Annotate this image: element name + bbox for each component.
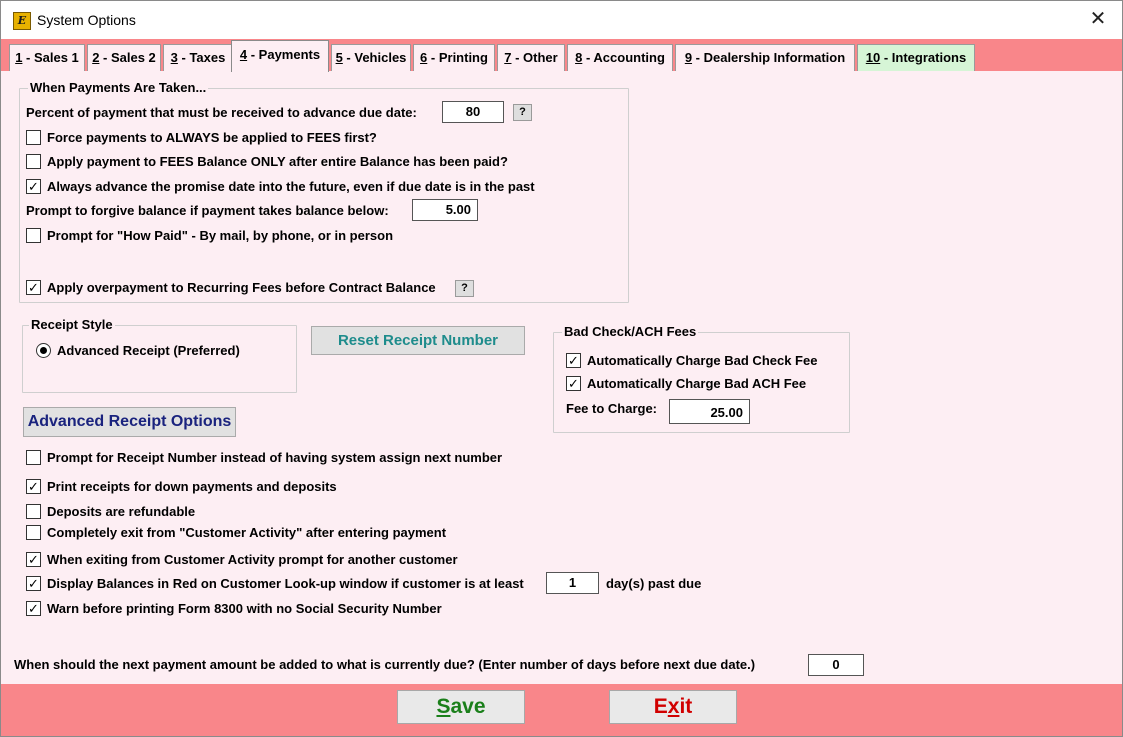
how-paid-row[interactable]: Prompt for "How Paid" - By mail, by phon…	[26, 228, 393, 243]
how-paid-checkbox[interactable]	[26, 228, 41, 243]
prompt-receipt-row[interactable]: Prompt for Receipt Number instead of hav…	[26, 450, 502, 465]
save-button[interactable]: Save	[397, 690, 525, 724]
tab-vehicles[interactable]: 5 - Vehicles	[331, 44, 411, 71]
tab-sales-1[interactable]: 1 - Sales 1	[9, 44, 85, 71]
forgive-label: Prompt to forgive balance if payment tak…	[26, 203, 389, 218]
exit-activity-checkbox[interactable]	[26, 525, 41, 540]
display-red-label: Display Balances in Red on Customer Look…	[47, 576, 524, 591]
next-payment-label: When should the next payment amount be a…	[14, 657, 756, 672]
bad-check-fee-checkbox[interactable]	[566, 353, 581, 368]
prompt-receipt-checkbox[interactable]	[26, 450, 41, 465]
print-receipts-label: Print receipts for down payments and dep…	[47, 479, 337, 494]
tab-payments[interactable]: 4 - Payments	[231, 40, 329, 72]
exit-activity-label: Completely exit from "Customer Activity"…	[47, 525, 447, 540]
title-bar: E System Options ✕	[1, 1, 1122, 39]
advanced-receipt-radio[interactable]	[36, 343, 51, 358]
receipt-style-title: Receipt Style	[29, 317, 115, 332]
print-receipts-row[interactable]: Print receipts for down payments and dep…	[26, 479, 337, 494]
forgive-input[interactable]: 5.00	[412, 199, 478, 221]
deposits-refundable-checkbox[interactable]	[26, 504, 41, 519]
warn-8300-checkbox[interactable]	[26, 601, 41, 616]
close-icon[interactable]: ✕	[1088, 9, 1108, 29]
tab-dealership-information[interactable]: 9 - Dealership Information	[675, 44, 855, 71]
percent-input[interactable]: 80	[442, 101, 504, 123]
exit-activity-row[interactable]: Completely exit from "Customer Activity"…	[26, 525, 446, 540]
prompt-receipt-label: Prompt for Receipt Number instead of hav…	[47, 450, 503, 465]
force-fees-checkbox[interactable]	[26, 130, 41, 145]
tab-strip: 1 - Sales 1 2 - Sales 2 3 - Taxes 4 - Pa…	[1, 39, 1122, 72]
bad-ach-fee-label: Automatically Charge Bad ACH Fee	[587, 376, 807, 391]
fees-after-checkbox[interactable]	[26, 154, 41, 169]
next-payment-input[interactable]: 0	[808, 654, 864, 676]
overpayment-help-button[interactable]: ?	[455, 280, 474, 297]
fee-to-charge-label: Fee to Charge:	[566, 401, 658, 416]
app-icon: E	[13, 12, 31, 30]
advance-promise-row[interactable]: Always advance the promise date into the…	[26, 179, 535, 194]
bad-check-title: Bad Check/ACH Fees	[562, 324, 699, 339]
advanced-receipt-options-button[interactable]: Advanced Receipt Options	[23, 407, 236, 437]
percent-help-button[interactable]: ?	[513, 104, 532, 121]
overpayment-label: Apply overpayment to Recurring Fees befo…	[47, 280, 436, 295]
percent-label: Percent of payment that must be received…	[26, 105, 417, 120]
payments-group-title: When Payments Are Taken...	[28, 80, 209, 95]
tab-sales-2[interactable]: 2 - Sales 2	[87, 44, 161, 71]
print-receipts-checkbox[interactable]	[26, 479, 41, 494]
advance-promise-checkbox[interactable]	[26, 179, 41, 194]
tab-taxes[interactable]: 3 - Taxes	[163, 44, 233, 71]
force-fees-label: Force payments to ALWAYS be applied to F…	[47, 130, 377, 145]
tab-accounting[interactable]: 8 - Accounting	[567, 44, 673, 71]
payments-group: When Payments Are Taken...	[19, 80, 629, 303]
reset-receipt-number-button[interactable]: Reset Receipt Number	[311, 326, 525, 355]
display-red-row[interactable]: Display Balances in Red on Customer Look…	[26, 576, 524, 591]
overpayment-checkbox[interactable]	[26, 280, 41, 295]
window-title: System Options	[37, 12, 136, 28]
bad-check-fee-row[interactable]: Automatically Charge Bad Check Fee	[566, 353, 817, 368]
bad-ach-fee-checkbox[interactable]	[566, 376, 581, 391]
tab-other[interactable]: 7 - Other	[497, 44, 565, 71]
advance-promise-label: Always advance the promise date into the…	[47, 179, 535, 194]
deposits-refundable-label: Deposits are refundable	[47, 504, 196, 519]
bad-check-fee-label: Automatically Charge Bad Check Fee	[587, 353, 818, 368]
days-past-due-input[interactable]: 1	[546, 572, 599, 594]
fees-after-row[interactable]: Apply payment to FEES Balance ONLY after…	[26, 154, 508, 169]
receipt-style-group: Receipt Style	[22, 317, 297, 393]
advanced-receipt-radio-label: Advanced Receipt (Preferred)	[57, 343, 240, 358]
days-past-due-suffix: day(s) past due	[606, 576, 702, 591]
bad-ach-fee-row[interactable]: Automatically Charge Bad ACH Fee	[566, 376, 806, 391]
fee-to-charge-input[interactable]: 25.00	[669, 399, 750, 424]
overpayment-row[interactable]: Apply overpayment to Recurring Fees befo…	[26, 280, 436, 295]
exit-button[interactable]: Exit	[609, 690, 737, 724]
prompt-another-checkbox[interactable]	[26, 552, 41, 567]
fees-after-label: Apply payment to FEES Balance ONLY after…	[47, 154, 508, 169]
tab-printing[interactable]: 6 - Printing	[413, 44, 495, 71]
warn-8300-row[interactable]: Warn before printing Form 8300 with no S…	[26, 601, 442, 616]
how-paid-label: Prompt for "How Paid" - By mail, by phon…	[47, 228, 394, 243]
display-red-checkbox[interactable]	[26, 576, 41, 591]
advanced-receipt-radio-row[interactable]: Advanced Receipt (Preferred)	[36, 343, 240, 358]
prompt-another-row[interactable]: When exiting from Customer Activity prom…	[26, 552, 458, 567]
footer-bar: Save Exit	[1, 684, 1122, 736]
warn-8300-label: Warn before printing Form 8300 with no S…	[47, 601, 442, 616]
system-options-window: E System Options ✕ 1 - Sales 1 2 - Sales…	[0, 0, 1123, 737]
prompt-another-label: When exiting from Customer Activity prom…	[47, 552, 458, 567]
force-fees-row[interactable]: Force payments to ALWAYS be applied to F…	[26, 130, 377, 145]
tab-integrations[interactable]: 10 - Integrations	[857, 44, 975, 71]
deposits-refundable-row[interactable]: Deposits are refundable	[26, 504, 195, 519]
